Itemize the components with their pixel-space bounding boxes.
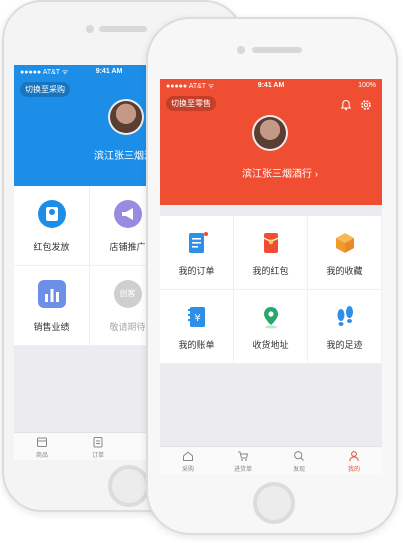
tab-orders[interactable]: 订单 xyxy=(76,436,120,459)
tab-label: 商品 xyxy=(35,453,48,459)
favorite-box-icon xyxy=(332,230,358,261)
shop-name[interactable]: 滨江张三烟酒行 › xyxy=(242,165,318,180)
grid-item-label: 销售业绩 xyxy=(33,322,70,332)
time-label: 9:41 AM xyxy=(257,82,285,89)
shop-name[interactable]: 滨江张三烟酒 xyxy=(94,147,154,162)
order-icon xyxy=(93,437,103,448)
grid-item-my-red-packets[interactable]: 我的红包 xyxy=(234,216,308,290)
grid-item-sales[interactable]: 销售业绩 xyxy=(14,266,90,346)
home-icon xyxy=(183,451,193,461)
grid-item-label: 我的足迹 xyxy=(326,340,363,350)
shop-name-text: 滨江张三烟酒行 xyxy=(242,169,312,180)
back-phone-screen: ●●●●● AT&T ᯤ 9:41 AM 切换至采购 滨江张三烟酒 红包发放 店… xyxy=(14,65,164,460)
tab-discover[interactable]: 发现 xyxy=(277,450,321,473)
tab-label: 进货单 xyxy=(233,467,252,473)
tab-label: 订单 xyxy=(91,453,104,459)
tab-goods[interactable]: 商品 xyxy=(20,436,64,459)
grid-item-label: 我的收藏 xyxy=(326,266,363,276)
avatar[interactable] xyxy=(252,115,288,151)
coming-soon-icon: 创客 xyxy=(113,280,142,308)
status-bar: ●●●●● AT&T ᯤ 9:41 AM 100% xyxy=(160,79,382,93)
goods-icon xyxy=(37,437,47,447)
back-function-grid: 红包发放 店铺推广 销售业绩 创客 敬请期待 xyxy=(14,186,164,346)
location-icon xyxy=(258,304,284,335)
home-button[interactable] xyxy=(253,482,295,524)
front-header: ●●●●● AT&T ᯤ 9:41 AM 100% 切换至零售 滨江张三烟酒行 … xyxy=(160,79,382,205)
grid-item-red-packet-send[interactable]: 红包发放 xyxy=(14,186,90,266)
grid-item-shipping-address[interactable]: 收货地址 xyxy=(234,290,308,364)
order-list-icon xyxy=(184,230,210,261)
grid-item-my-orders[interactable]: 我的订单 xyxy=(160,216,234,290)
tab-purchase-list[interactable]: 进货单 xyxy=(221,450,265,473)
svg-text:¥: ¥ xyxy=(194,313,200,324)
bill-icon: ¥ xyxy=(184,304,210,335)
camera xyxy=(86,25,94,33)
speaker xyxy=(252,47,302,53)
avatar[interactable] xyxy=(108,99,144,135)
tab-label: 采购 xyxy=(181,467,194,473)
home-button[interactable] xyxy=(108,465,150,507)
cart-icon xyxy=(238,451,249,461)
red-packet-icon xyxy=(258,230,284,261)
back-header: ●●●●● AT&T ᯤ 9:41 AM 切换至采购 滨江张三烟酒 xyxy=(14,65,164,186)
footprint-icon xyxy=(332,304,358,335)
red-packet-send-icon xyxy=(37,200,66,233)
battery-label: 100% xyxy=(358,82,376,89)
grid-item-my-footprints[interactable]: 我的足迹 xyxy=(308,290,382,364)
chevron-right-icon: › xyxy=(314,169,319,180)
status-bar: ●●●●● AT&T ᯤ 9:41 AM xyxy=(14,65,164,79)
tab-label: 我的 xyxy=(347,467,360,473)
speaker xyxy=(99,26,147,32)
grid-item-label: 红包发放 xyxy=(33,242,70,252)
grid-item-my-bills[interactable]: ¥ 我的账单 xyxy=(160,290,234,364)
megaphone-icon xyxy=(113,200,142,233)
switch-to-purchase-button[interactable]: 切换至采购 xyxy=(20,82,70,97)
tab-mine[interactable]: 我的 xyxy=(332,450,376,473)
grid-item-label: 收货地址 xyxy=(252,340,289,350)
grid-item-label: 我的订单 xyxy=(178,266,215,276)
back-tab-bar: 商品 订单 xyxy=(14,432,164,460)
switch-to-retail-button[interactable]: 切换至零售 xyxy=(166,96,216,111)
gear-icon[interactable] xyxy=(360,99,372,111)
bell-icon[interactable] xyxy=(340,99,352,111)
tab-purchase[interactable]: 采购 xyxy=(166,450,210,473)
camera xyxy=(237,46,245,54)
front-tab-bar: 采购 进货单 发现 我的 xyxy=(160,446,382,474)
front-phone-screen: ●●●●● AT&T ᯤ 9:41 AM 100% 切换至零售 滨江张三烟酒行 … xyxy=(160,79,382,474)
grid-item-label: 我的账单 xyxy=(178,340,215,350)
bar-chart-icon xyxy=(37,280,66,313)
grid-item-label: 我的红包 xyxy=(252,266,289,276)
front-function-grid: 我的订单 我的红包 我的收藏 ¥ 我的账单 收货地址 我的足迹 xyxy=(160,216,382,364)
grid-item-my-favorites[interactable]: 我的收藏 xyxy=(308,216,382,290)
tab-label: 发现 xyxy=(292,467,305,473)
profile-icon xyxy=(349,451,359,462)
discover-icon xyxy=(294,451,304,461)
